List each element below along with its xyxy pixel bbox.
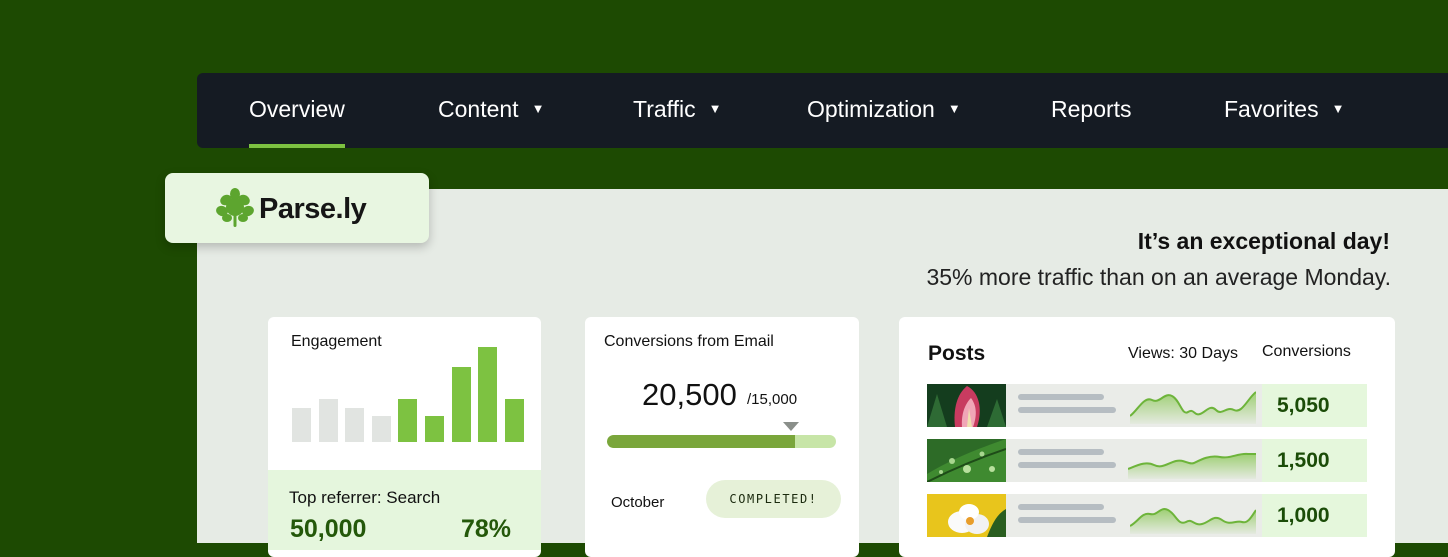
engagement-card[interactable]: Engagement Top referrer: Search 50,000 7…: [268, 317, 541, 557]
views-sparkline: [1130, 508, 1256, 534]
top-referrer-box: Top referrer: Search 50,000 78%: [268, 470, 541, 550]
post-row[interactable]: 5,050: [927, 384, 1367, 427]
brand-badge: Parse.ly: [165, 173, 429, 243]
nav-content[interactable]: Content ▼: [438, 73, 544, 148]
conversions-goal: /15,000: [747, 391, 798, 408]
goal-marker-icon: [783, 422, 799, 431]
conversions-value: 20,500: [642, 377, 737, 412]
post-title-placeholder: [1018, 462, 1116, 468]
posts-title: Posts: [928, 342, 986, 365]
leaf-droplets-photo: [927, 439, 1006, 482]
top-nav: Overview Content ▼ Traffic ▼ Optimization ▼…: [197, 73, 1448, 148]
chevron-down-icon: ▼: [708, 101, 722, 116]
nav-favorites[interactable]: Favorites ▼: [1224, 73, 1344, 148]
posts-card[interactable]: Posts Views: 30 Days Conversions 5,050 1…: [899, 317, 1395, 557]
engagement-bar: [505, 399, 524, 442]
white-flower-photo: [927, 494, 1006, 537]
post-conversions: 1,000: [1262, 494, 1367, 537]
engagement-bar: [452, 367, 471, 442]
post-title-placeholder: [1018, 394, 1104, 400]
chevron-down-icon: ▼: [947, 101, 961, 116]
conversions-card[interactable]: Conversions from Email 20,500 /15,000 Oc…: [585, 317, 859, 557]
chevron-down-icon: ▼: [1331, 101, 1345, 116]
nav-content-label: Content: [438, 96, 519, 122]
post-title-placeholder: [1018, 449, 1104, 455]
post-title-placeholder: [1018, 504, 1104, 510]
engagement-bar: [372, 416, 391, 442]
conversions-column-header: Conversions: [1262, 343, 1351, 360]
views-column-header: Views: 30 Days: [1128, 345, 1238, 362]
conversions-progress: [607, 435, 836, 448]
top-referrer-label: Top referrer: Search: [289, 488, 441, 507]
post-meta: [1006, 384, 1262, 427]
nav-optimization[interactable]: Optimization ▼: [807, 73, 961, 148]
top-referrer-value: 50,000: [290, 515, 367, 543]
post-conversions: 5,050: [1262, 384, 1367, 427]
engagement-bar: [319, 399, 338, 442]
engagement-bar: [292, 408, 311, 442]
status-badge: COMPLETED!: [706, 480, 841, 518]
nav-traffic-label: Traffic: [633, 96, 696, 122]
post-meta: [1006, 494, 1262, 537]
top-referrer-percent: 78%: [461, 515, 512, 543]
engagement-title: Engagement: [291, 333, 382, 350]
chevron-down-icon: ▼: [531, 101, 545, 116]
engagement-bar: [398, 399, 417, 442]
conversions-title: Conversions from Email: [604, 333, 774, 350]
parsley-leaf-icon: [216, 188, 254, 227]
engagement-bar: [425, 416, 444, 442]
nav-reports[interactable]: Reports: [1051, 73, 1132, 148]
headline: It’s an exceptional day!: [1137, 228, 1390, 254]
nav-overview-label: Overview: [249, 96, 345, 122]
nav-favorites-label: Favorites: [1224, 96, 1319, 122]
conversions-progress-fill: [607, 435, 795, 448]
engagement-bar: [345, 408, 364, 442]
post-row[interactable]: 1,000: [927, 494, 1367, 537]
post-title-placeholder: [1018, 517, 1116, 523]
nav-reports-label: Reports: [1051, 96, 1132, 122]
nav-traffic[interactable]: Traffic ▼: [633, 73, 722, 148]
conversions-month: October: [611, 494, 665, 511]
views-sparkline: [1128, 452, 1256, 479]
brand-name: Parse.ly: [259, 193, 367, 225]
tulip-photo: [927, 384, 1006, 427]
post-title-placeholder: [1018, 407, 1116, 413]
nav-overview[interactable]: Overview: [249, 73, 345, 148]
subheadline: 35% more traffic than on an average Mond…: [926, 264, 1391, 290]
post-row[interactable]: 1,500: [927, 439, 1367, 482]
nav-optimization-label: Optimization: [807, 96, 935, 122]
engagement-bar: [478, 347, 497, 442]
views-sparkline: [1130, 391, 1256, 424]
post-conversions: 1,500: [1262, 439, 1367, 482]
post-meta: [1006, 439, 1262, 482]
